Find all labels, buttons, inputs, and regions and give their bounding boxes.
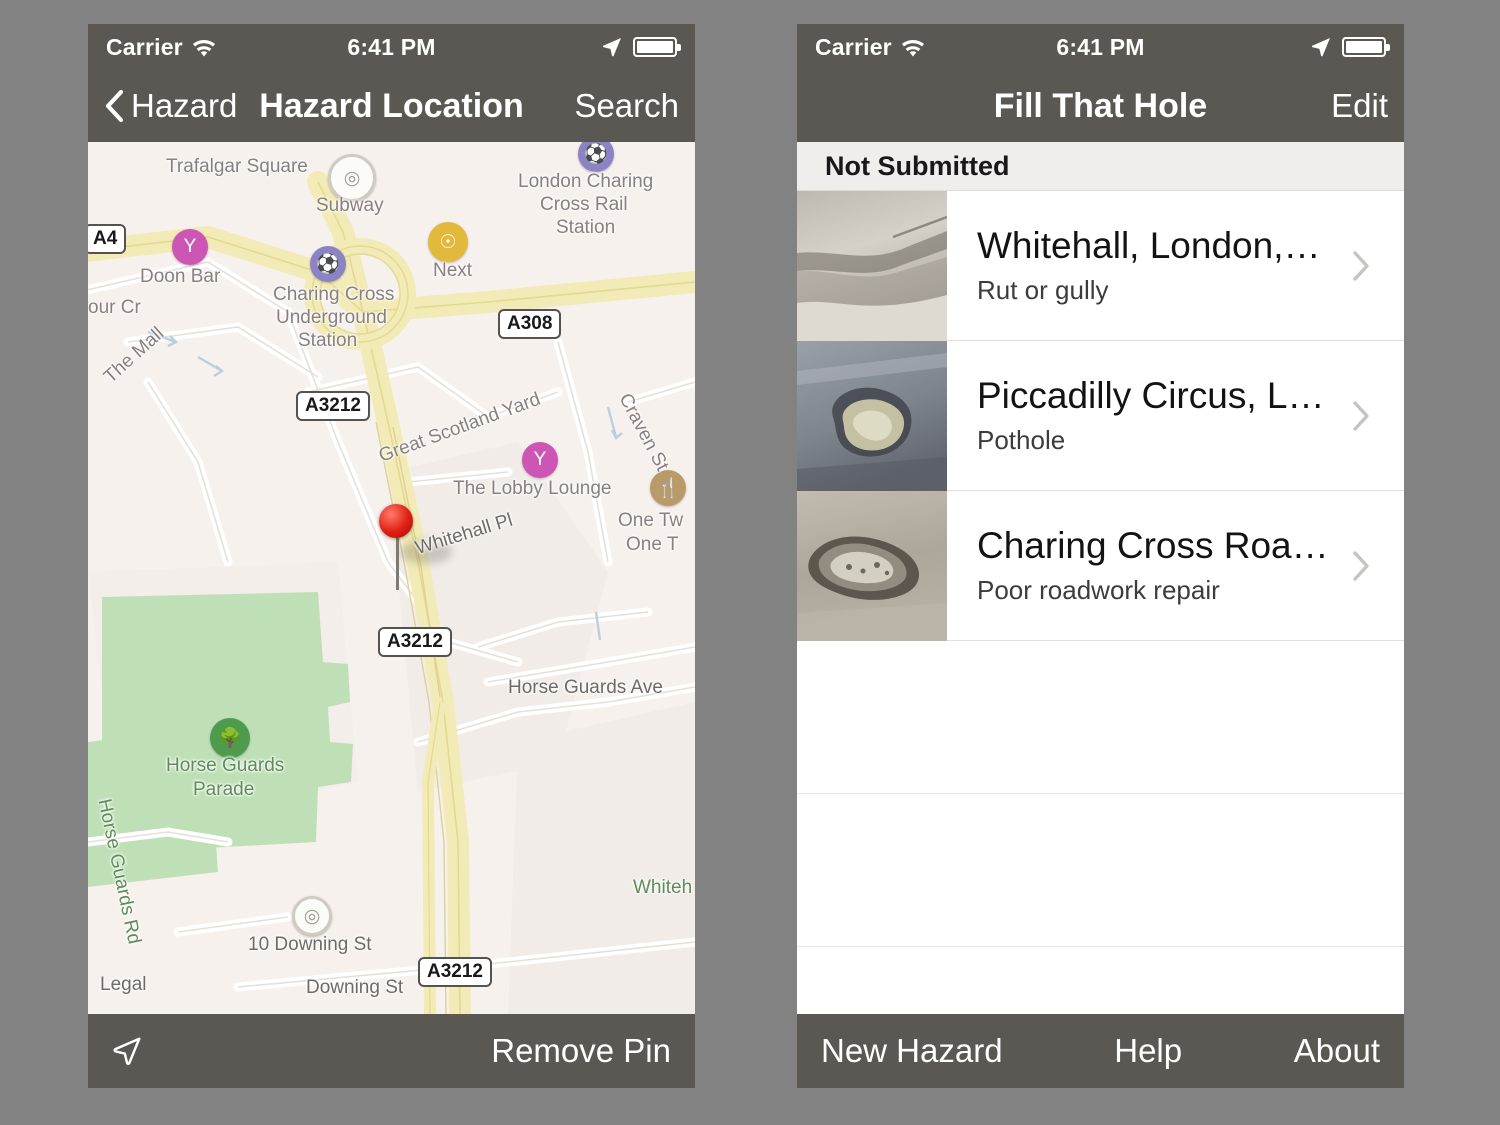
- location-arrow-icon: [602, 38, 621, 57]
- location-arrow-icon: [1311, 38, 1330, 57]
- battery-full-icon: [633, 37, 681, 57]
- map-pin-shadow: [400, 540, 452, 564]
- new-hazard-button[interactable]: New Hazard: [821, 1032, 1003, 1070]
- restaurant-poi[interactable]: 🍴: [650, 470, 686, 506]
- carrier-label: Carrier: [106, 33, 183, 60]
- status-bar-indicators: [601, 36, 681, 58]
- map-pin-needle: [396, 532, 399, 590]
- status-bar-indicators: [1310, 36, 1390, 58]
- hazard-photo-3: [797, 491, 947, 641]
- status-bar-right: Carrier 6:41 PM: [797, 24, 1404, 70]
- list-item-empty: [797, 641, 1404, 794]
- road-shield: A308: [498, 309, 562, 339]
- hazard-title: Piccadilly Circus, L…: [977, 375, 1325, 417]
- toolbar-left: Remove Pin: [88, 1014, 695, 1088]
- row-content: Piccadilly Circus, L… Pothole: [947, 341, 1404, 491]
- list-item-empty: [797, 794, 1404, 947]
- shop-poi[interactable]: ☉: [428, 222, 468, 262]
- road-shield: A3212: [296, 391, 370, 421]
- hazard-photo-thumbnail[interactable]: [797, 191, 947, 341]
- hazard-photo-thumbnail[interactable]: [797, 341, 947, 491]
- search-button[interactable]: Search: [574, 87, 679, 125]
- remove-pin-button[interactable]: Remove Pin: [491, 1032, 671, 1070]
- nav-bar-left: Hazard Hazard Location Search: [88, 70, 695, 142]
- hazard-subtitle: Rut or gully: [977, 274, 1109, 305]
- hazard-map-pin[interactable]: [379, 504, 413, 538]
- hazard-title: Whitehall, London,…: [977, 225, 1321, 267]
- row-content: Charing Cross Roa… Poor roadwork repair: [947, 491, 1404, 641]
- location-arrow-icon[interactable]: [112, 1036, 142, 1066]
- underground-station-poi[interactable]: ⚽: [310, 246, 346, 282]
- carrier-label: Carrier: [815, 33, 892, 60]
- road-shield: A3212: [378, 627, 452, 657]
- chevron-right-icon: [1353, 551, 1369, 581]
- hazard-list[interactable]: Not Submitted Whitehall, London,… Rut or…: [797, 142, 1404, 1014]
- battery-full-icon: [1342, 37, 1390, 57]
- section-header-not-submitted: Not Submitted: [797, 142, 1404, 191]
- park-poi[interactable]: 🌳: [210, 718, 250, 758]
- table-row[interactable]: Whitehall, London,… Rut or gully: [797, 191, 1404, 341]
- road-shield: A4: [88, 224, 127, 254]
- back-button[interactable]: Hazard: [104, 87, 237, 125]
- map-view[interactable]: Y ◎ ⚽ ⚽ ☉ Y 🍴 🌳 ◎ Trafalgar Square Subwa…: [88, 142, 695, 1014]
- edit-button[interactable]: Edit: [1331, 87, 1388, 125]
- hazard-photo-thumbnail[interactable]: [797, 491, 947, 641]
- hazard-title: Charing Cross Roa…: [977, 525, 1329, 567]
- page-title: Fill That Hole: [993, 86, 1208, 125]
- phone-screen-hazard-location: Carrier 6:41 PM Hazard Hazard Location S…: [88, 24, 695, 1088]
- table-row[interactable]: Piccadilly Circus, L… Pothole: [797, 341, 1404, 491]
- hazard-photo-1: [797, 191, 947, 341]
- chevron-right-icon: [1353, 251, 1369, 281]
- toolbar-right: New Hazard Help About: [797, 1014, 1404, 1088]
- subway-poi[interactable]: ◎: [328, 154, 376, 202]
- phone-screen-hazard-list: Carrier 6:41 PM Fill That Hole Edit Not …: [797, 24, 1404, 1088]
- status-bar-carrier-group: Carrier: [106, 34, 216, 61]
- hazard-photo-2: [797, 341, 947, 491]
- wifi-icon: [192, 39, 215, 56]
- wifi-icon: [901, 39, 924, 56]
- landmark-poi[interactable]: ◎: [292, 896, 332, 936]
- hazard-subtitle: Poor roadwork repair: [977, 574, 1220, 605]
- map-canvas: [88, 142, 695, 1014]
- row-content: Whitehall, London,… Rut or gully: [947, 191, 1404, 341]
- about-button[interactable]: About: [1294, 1032, 1380, 1070]
- lounge-poi[interactable]: Y: [522, 442, 558, 478]
- status-bar-carrier-group: Carrier: [815, 34, 925, 61]
- back-button-label: Hazard: [131, 87, 238, 124]
- status-bar-left: Carrier 6:41 PM: [88, 24, 695, 70]
- road-shield: A3212: [418, 957, 492, 987]
- bar-poi[interactable]: Y: [172, 229, 208, 265]
- chevron-left-icon: [105, 89, 124, 123]
- nav-bar-right: Fill That Hole Edit: [797, 70, 1404, 142]
- hazard-subtitle: Pothole: [977, 424, 1066, 455]
- help-button[interactable]: Help: [1114, 1032, 1182, 1070]
- chevron-right-icon: [1353, 401, 1369, 431]
- table-row[interactable]: Charing Cross Roa… Poor roadwork repair: [797, 491, 1404, 641]
